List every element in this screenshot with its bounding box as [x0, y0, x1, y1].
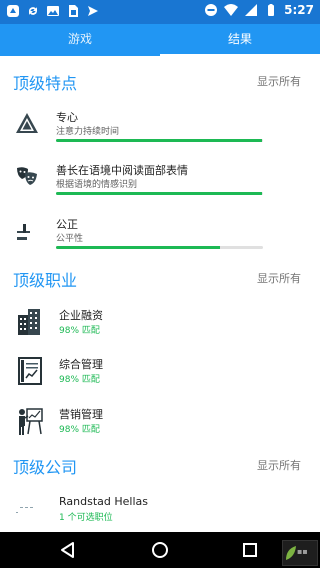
image-icon — [47, 6, 59, 16]
career-title: 综合管理 — [59, 358, 103, 371]
home-icon[interactable] — [150, 540, 170, 560]
watermark-mark: ▪▪ — [297, 547, 308, 556]
trait-item[interactable]: 公正 公平性 — [0, 216, 320, 260]
tab-results[interactable]: 结果 — [160, 24, 320, 56]
trait-progress-track — [56, 139, 263, 142]
back-icon[interactable] — [58, 540, 78, 560]
status-bar: 5:27 — [0, 0, 320, 24]
watermark-leaf-icon — [286, 546, 296, 560]
send-icon — [88, 6, 98, 16]
system-nav-bar: ▪▪ — [0, 532, 320, 568]
career-title: 企业融资 — [59, 309, 103, 322]
career-item[interactable]: 企业融资 98% 匹配 — [0, 307, 320, 347]
career-match: 98% 匹配 — [59, 375, 100, 385]
signal-icon — [245, 4, 258, 16]
status-left-icons — [6, 4, 100, 18]
recents-icon[interactable] — [240, 540, 260, 560]
section-careers-header: 顶级职业 显示所有 — [0, 265, 320, 293]
trait-item[interactable]: 专心 注意力持续时间 — [0, 109, 320, 153]
trait-subtitle: 根据语境的情感识别 — [56, 180, 138, 190]
trait-title: 善长在语境中阅读面部表情 — [56, 164, 188, 177]
career-title: 营销管理 — [59, 408, 103, 421]
app-icon — [7, 5, 19, 17]
office-buildings-icon — [18, 309, 40, 335]
theater-masks-icon — [17, 167, 37, 185]
battery-icon — [268, 4, 275, 16]
trait-subtitle: 注意力持续时间 — [56, 127, 120, 137]
tab-games[interactable]: 游戏 — [0, 24, 160, 56]
company-logo — [16, 507, 33, 513]
tab-bar: 游戏 结果 — [0, 24, 320, 56]
gavel-icon — [17, 224, 30, 240]
section-companies-header: 顶级公司 显示所有 — [0, 452, 320, 480]
trait-item[interactable]: 善长在语境中阅读面部表情 根据语境的情感识别 — [0, 162, 320, 206]
company-name: Randstad Hellas — [59, 495, 148, 508]
presentation-board-icon — [19, 408, 43, 435]
status-right-icons: 5:27 — [204, 3, 314, 17]
do-not-disturb-icon — [205, 4, 218, 16]
trait-title: 专心 — [56, 111, 78, 124]
show-all-traits-link[interactable]: 显示所有 — [257, 73, 301, 89]
trait-progress-fill — [56, 192, 263, 195]
sync-icon — [29, 7, 37, 15]
section-traits-header: 顶级特点 显示所有 — [0, 68, 320, 96]
show-all-companies-link[interactable]: 显示所有 — [257, 457, 301, 473]
trait-progress-fill — [56, 139, 263, 142]
status-time: 5:27 — [284, 3, 314, 17]
results-content[interactable]: 顶级特点 显示所有 专心 注意力持续时间 善长在语境中阅读面部表情 根据语境的情… — [0, 56, 320, 532]
section-title: 顶级公司 — [13, 458, 78, 477]
wifi-icon — [224, 4, 239, 16]
section-title: 顶级特点 — [13, 74, 78, 93]
trait-progress-track — [56, 192, 263, 195]
trait-progress-fill — [56, 246, 221, 249]
company-item[interactable]: Randstad Hellas 1 个可选职位 — [0, 492, 320, 532]
warning-triangle-icon — [16, 113, 38, 133]
trait-title: 公正 — [56, 218, 78, 231]
show-all-careers-link[interactable]: 显示所有 — [257, 270, 301, 286]
sim-icon — [69, 5, 78, 17]
career-match: 98% 匹配 — [59, 425, 100, 435]
document-report-icon — [18, 357, 42, 385]
company-jobs-count: 1 个可选职位 — [59, 513, 113, 523]
trait-progress-track — [56, 246, 263, 249]
watermark-logo: ▪▪ — [282, 540, 318, 566]
career-item[interactable]: 营销管理 98% 匹配 — [0, 406, 320, 446]
career-item[interactable]: 综合管理 98% 匹配 — [0, 356, 320, 396]
section-title: 顶级职业 — [13, 271, 78, 290]
trait-subtitle: 公平性 — [56, 234, 84, 244]
career-match: 98% 匹配 — [59, 326, 100, 336]
